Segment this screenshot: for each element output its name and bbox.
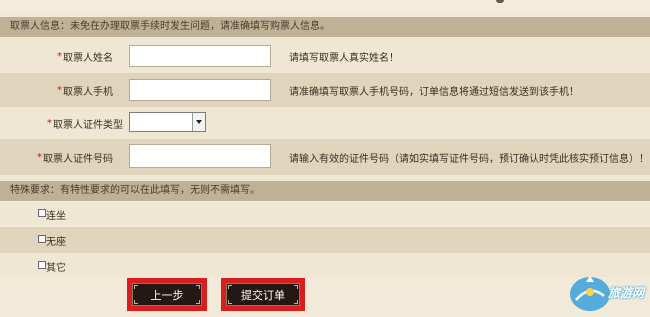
- prev-step-button[interactable]: 上一步: [132, 283, 202, 306]
- special-requests-section-header: 特殊要求：有特性要求的可以在此填写，无则不需填写。: [0, 181, 650, 201]
- id-number-input[interactable]: [129, 144, 271, 168]
- field-hint-phone: 请准确填写取票人手机号码，订单信息将通过短信发送到该手机！: [289, 86, 579, 98]
- ticket-holder-section-header: 取票人信息：未免在办理取票手续时发生问题，请准确填写购票人信息。: [0, 17, 650, 37]
- option-row-0: 连坐: [0, 203, 650, 225]
- name-input[interactable]: [129, 45, 271, 67]
- option-row-1: 无座: [0, 227, 650, 253]
- field-label-id-number: * 取票人证件号码: [37, 151, 113, 165]
- option-label: 连坐: [46, 211, 66, 222]
- submit-order-button[interactable]: 提交订单: [226, 283, 300, 306]
- required-mark: *: [57, 51, 62, 62]
- checkbox-wuzuo[interactable]: [38, 235, 46, 243]
- checkbox-qita[interactable]: [38, 261, 46, 269]
- field-row-name: * 取票人姓名 请填写取票人真实姓名！: [0, 40, 650, 73]
- chevron-down-icon[interactable]: [192, 113, 205, 131]
- option-label: 其它: [46, 263, 66, 274]
- watermark-text: 旅游网: [608, 286, 645, 300]
- submit-button-frame: 提交订单: [221, 278, 305, 311]
- checkbox-lianzuo[interactable]: [38, 209, 46, 217]
- id-type-select[interactable]: [129, 112, 206, 132]
- field-label-phone: * 取票人手机: [57, 84, 113, 98]
- option-label: 无座: [46, 237, 66, 248]
- top-strip: [0, 0, 650, 12]
- phone-input[interactable]: [129, 79, 271, 101]
- field-row-phone: * 取票人手机 请准确填写取票人手机号码，订单信息将通过短信发送到该手机！: [0, 73, 650, 107]
- option-row-2: 其它: [0, 253, 650, 277]
- required-mark: *: [57, 84, 62, 96]
- field-hint-name: 请填写取票人真实姓名！: [289, 53, 399, 64]
- prev-button-frame: 上一步: [127, 278, 207, 311]
- field-row-id-number: * 取票人证件号码 请输入有效的证件号码（请如实填写证件号码，预订确认时凭此核实预…: [0, 139, 650, 175]
- field-row-id-type: * 取票人证件类型: [0, 107, 650, 139]
- field-label-name: * 取票人姓名: [57, 51, 113, 64]
- field-hint-id-number: 请输入有效的证件号码（请如实填写证件号码，预订确认时凭此核实预订信息）！: [289, 153, 649, 165]
- required-mark: *: [47, 117, 52, 129]
- field-label-id-type: * 取票人证件类型: [47, 117, 123, 131]
- top-divider-mark: [496, 0, 504, 3]
- required-mark: *: [37, 151, 42, 163]
